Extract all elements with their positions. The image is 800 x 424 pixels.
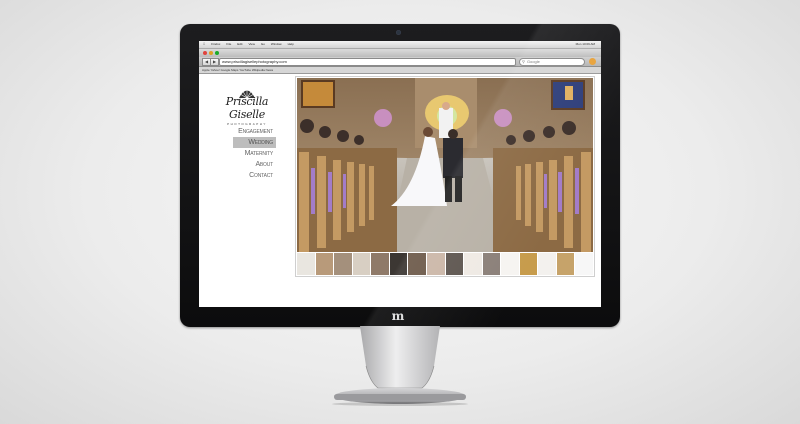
address-bar[interactable]: www.priscillagisellephotography.com — [219, 58, 516, 66]
clock[interactable]: Mon 10:09 AM — [576, 41, 595, 48]
close-window-button[interactable] — [203, 51, 207, 55]
gallery-thumbnail[interactable] — [352, 253, 371, 275]
gallery-thumbnail[interactable] — [334, 253, 352, 275]
nav-about[interactable]: About — [233, 159, 276, 170]
search-icon: ⚲ — [522, 59, 525, 64]
gallery-thumbnail[interactable] — [464, 253, 482, 275]
browser-toolbar: ◀ ▶ www.priscillagisellephotography.com … — [199, 57, 601, 67]
gallery-thumbnail[interactable] — [426, 253, 445, 275]
gallery-thumbnail[interactable] — [538, 253, 556, 275]
monitor-brand-logo: m — [387, 310, 409, 322]
gallery-thumbnail[interactable] — [371, 253, 389, 275]
wedding-photo[interactable] — [297, 78, 593, 252]
gallery-thumbnail[interactable] — [315, 253, 334, 275]
menu-item[interactable]: Help — [288, 41, 294, 48]
shell-icon — [239, 88, 255, 99]
menu-item[interactable]: Window — [271, 41, 282, 48]
monitor-display:  Firefox File Edit View Go Window Help … — [180, 24, 620, 327]
menu-item[interactable]: Edit — [237, 41, 242, 48]
bookmarks-bar: Apple Yahoo! Google Maps YouTube Wikiped… — [199, 67, 601, 74]
window-titlebar[interactable] — [199, 49, 601, 57]
bookmark-icon[interactable] — [589, 58, 596, 65]
gallery-thumbnail[interactable] — [482, 253, 501, 275]
minimize-window-button[interactable] — [209, 51, 213, 55]
nav-wedding[interactable]: Wedding — [233, 137, 276, 148]
menu-item[interactable]: File — [226, 41, 231, 48]
search-bar[interactable]: ⚲ Google — [519, 58, 585, 66]
thumbnail-strip — [297, 253, 593, 275]
gallery — [295, 76, 595, 277]
gallery-thumbnail[interactable] — [556, 253, 575, 275]
gallery-thumbnail[interactable] — [519, 253, 538, 275]
webcam — [396, 30, 401, 35]
gallery-thumbnail[interactable] — [445, 253, 464, 275]
os-menubar:  Firefox File Edit View Go Window Help … — [199, 41, 601, 49]
site-nav: Engagement Wedding Maternity About Conta… — [233, 126, 276, 181]
nav-contact[interactable]: Contact — [233, 170, 276, 181]
gallery-thumbnail[interactable] — [389, 253, 408, 275]
bookmarks-links[interactable]: Apple Yahoo! Google Maps YouTube Wikiped… — [202, 68, 273, 72]
nav-engagement[interactable]: Engagement — [233, 126, 276, 137]
search-placeholder: Google — [526, 59, 540, 64]
apple-icon[interactable]:  — [203, 41, 205, 48]
gallery-thumbnail[interactable] — [297, 253, 315, 275]
gallery-thumbnail[interactable] — [575, 253, 593, 275]
gallery-thumbnail[interactable] — [501, 253, 519, 275]
screen:  Firefox File Edit View Go Window Help … — [199, 41, 601, 307]
menu-item[interactable]: View — [248, 41, 254, 48]
website-page: Priscilla Giselle PHOTOGRAPHY Engagement… — [199, 74, 601, 307]
monitor-stand — [332, 326, 468, 406]
url-text: www.priscillagisellephotography.com — [222, 59, 287, 64]
nav-maternity[interactable]: Maternity — [233, 148, 276, 159]
gallery-thumbnail[interactable] — [408, 253, 426, 275]
zoom-window-button[interactable] — [215, 51, 219, 55]
forward-button[interactable]: ▶ — [210, 58, 219, 66]
monitor-brand-mark: m — [391, 309, 405, 323]
site-logo[interactable]: Priscilla Giselle PHOTOGRAPHY — [209, 86, 285, 126]
menu-item[interactable]: Firefox — [211, 41, 220, 48]
menu-item[interactable]: Go — [261, 41, 265, 48]
